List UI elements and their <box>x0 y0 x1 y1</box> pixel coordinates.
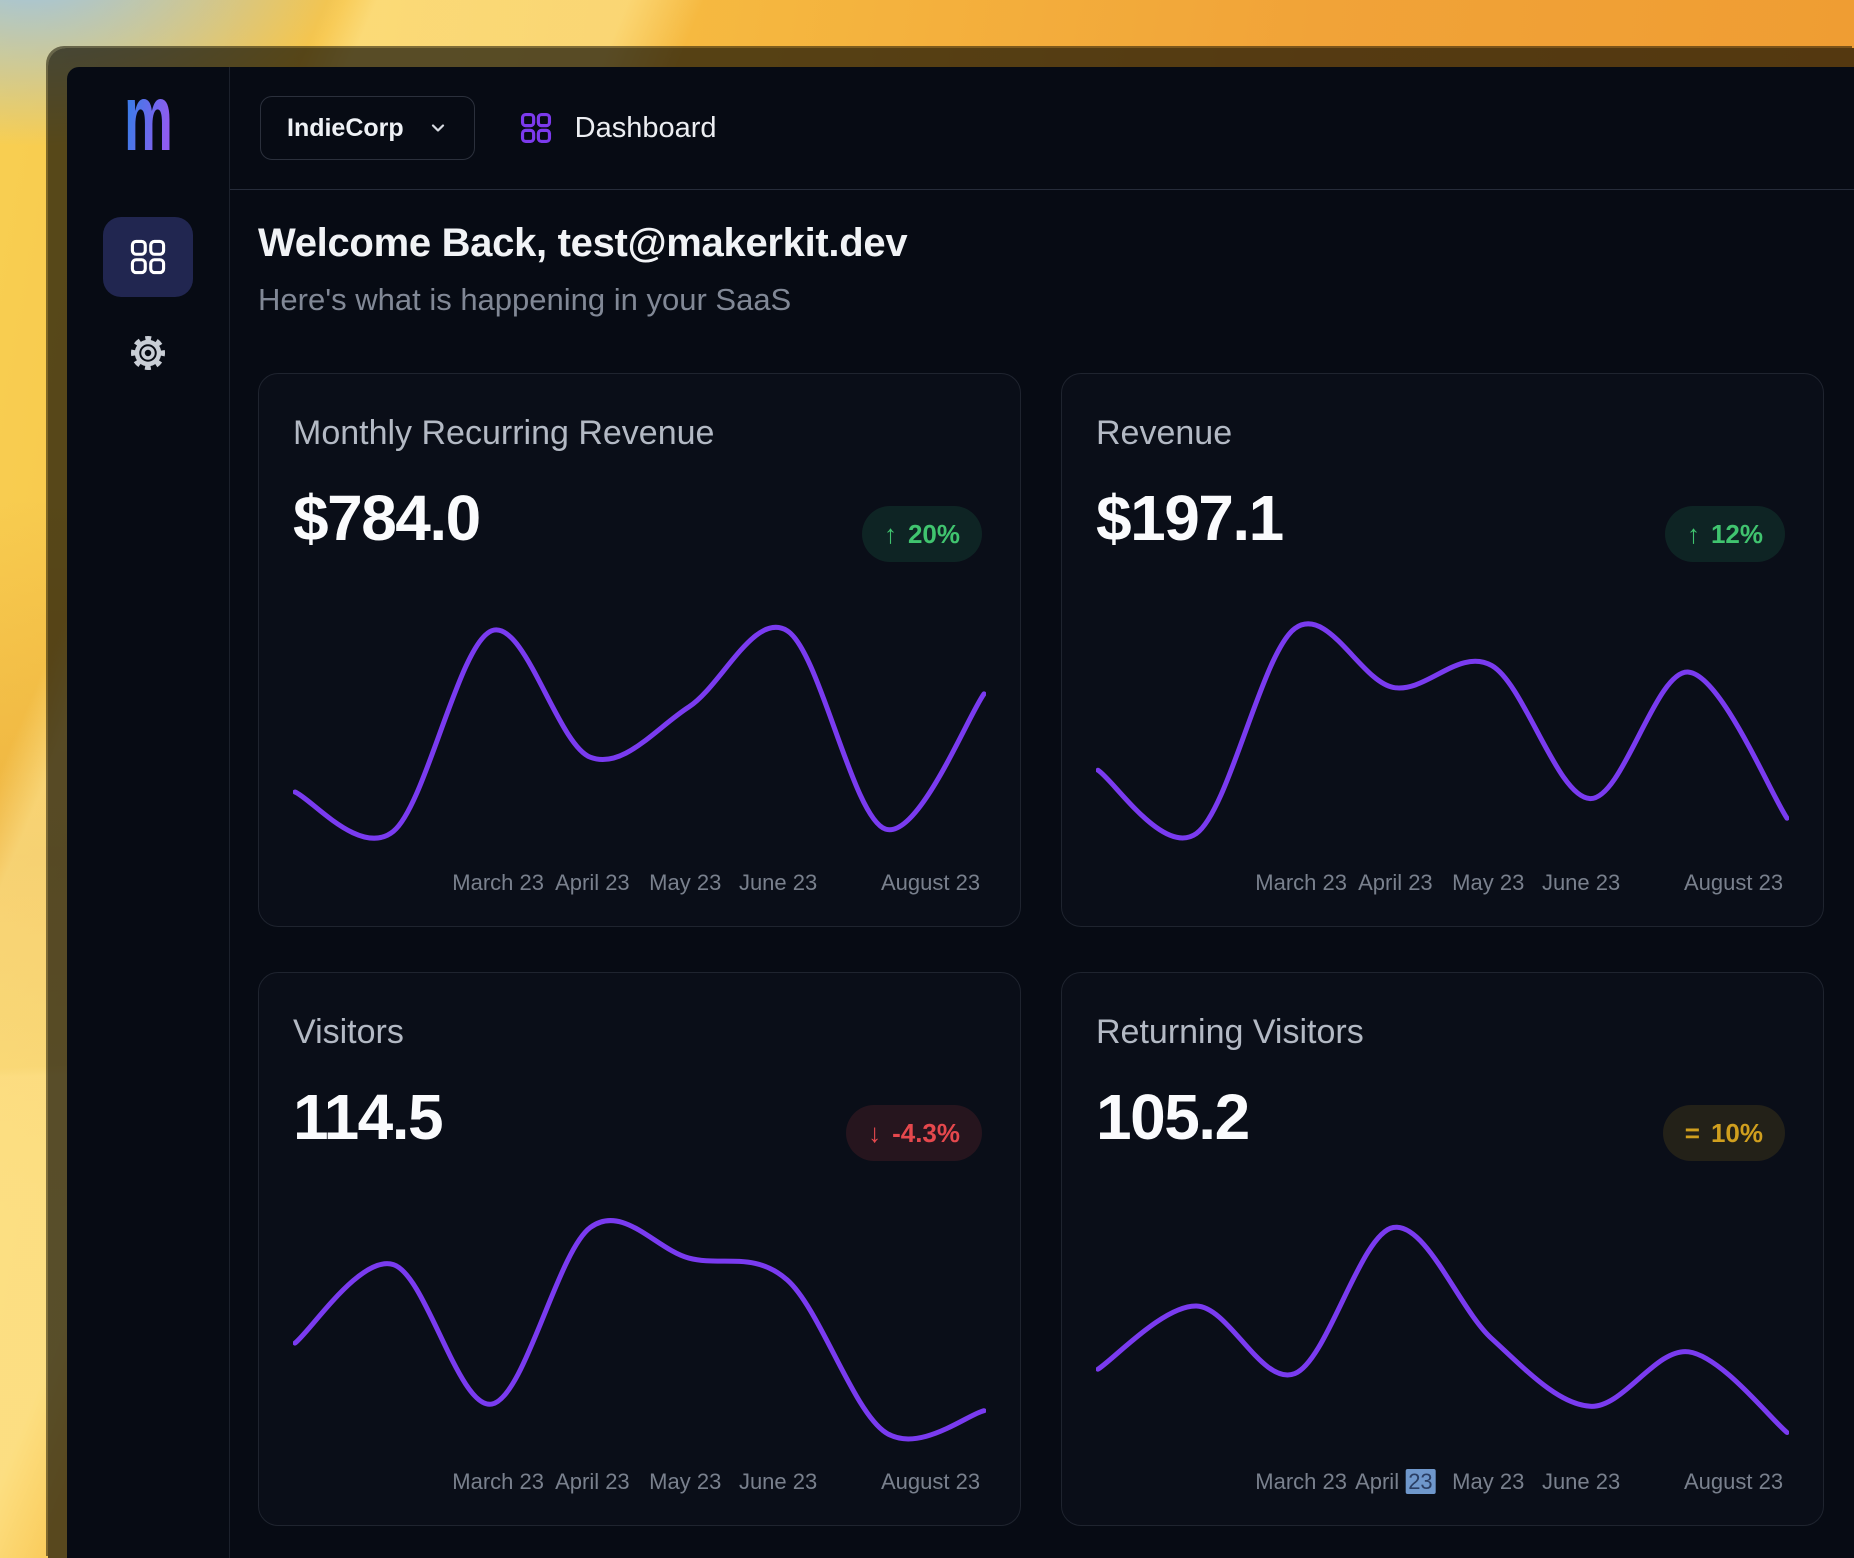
card-visitors: Visitors 114.5 ↓ -4.3% March 23April 23M… <box>258 972 1021 1526</box>
x-tick-label: June 23 <box>739 870 817 896</box>
trend-value: 20% <box>908 519 960 550</box>
trend-down-icon: ↓ <box>868 1118 881 1149</box>
x-tick-label: April 23 <box>1355 1469 1436 1495</box>
x-tick-label: August 23 <box>1684 870 1783 896</box>
x-axis-labels: March 23 April 23 May 23 June 23 August 23 <box>1096 1469 1789 1499</box>
chevron-down-icon <box>428 118 448 138</box>
x-tick-label: April 23 <box>1358 870 1433 896</box>
gear-icon <box>126 331 170 375</box>
workspace-selector-button[interactable]: IndieCorp <box>260 96 475 160</box>
line-chart <box>1096 1191 1789 1459</box>
card-title: Returning Visitors <box>1096 1013 1789 1052</box>
trend-badge: ↑ 20% <box>862 506 982 562</box>
trend-value: 10% <box>1711 1118 1763 1149</box>
x-tick-label: June 23 <box>739 1469 817 1495</box>
selected-text: 23 <box>1405 1469 1435 1494</box>
welcome-subheading: Here's what is happening in your SaaS <box>258 282 1854 318</box>
x-tick-label: March 23 <box>1255 1469 1347 1495</box>
x-tick-label: May 23 <box>649 1469 721 1495</box>
x-tick-label: May 23 <box>1452 1469 1524 1495</box>
app-surface: m I <box>67 67 1854 1558</box>
x-tick-label: April 23 <box>555 1469 630 1495</box>
chart-line <box>295 1221 984 1439</box>
grid-icon <box>126 235 170 279</box>
x-tick-label: March 23 <box>452 1469 544 1495</box>
x-tick-label: May 23 <box>649 870 721 896</box>
card-returning-visitors: Returning Visitors 105.2 = 10% March 23A… <box>1061 972 1824 1526</box>
x-tick-label: March 23 <box>1255 870 1347 896</box>
x-tick-label: April 23 <box>555 870 630 896</box>
app-logo: m <box>67 67 229 171</box>
page-content: Welcome Back, test@makerkit.dev Here's w… <box>230 191 1854 1558</box>
sidebar-item-settings[interactable] <box>103 313 193 393</box>
trend-up-icon: ↑ <box>1687 519 1700 550</box>
stats-card-grid: Monthly Recurring Revenue $784.0 ↑ 20% M… <box>258 373 1824 1526</box>
x-axis-labels: March 23 April 23 May 23 June 23 August 23 <box>293 870 986 900</box>
sidebar: m <box>67 67 230 1558</box>
trend-badge: ↑ 12% <box>1665 506 1785 562</box>
trend-value: 12% <box>1711 519 1763 550</box>
trend-badge: = 10% <box>1663 1105 1785 1161</box>
line-chart <box>293 592 986 860</box>
card-title: Monthly Recurring Revenue <box>293 414 986 453</box>
x-tick-label: May 23 <box>1452 870 1524 896</box>
trend-value: -4.3% <box>892 1118 960 1149</box>
trend-up-icon: ↑ <box>884 519 897 550</box>
card-title: Visitors <box>293 1013 986 1052</box>
trend-badge: ↓ -4.3% <box>846 1105 982 1161</box>
logo-m: m <box>124 88 173 150</box>
x-tick-label: June 23 <box>1542 1469 1620 1495</box>
line-chart <box>293 1191 986 1459</box>
x-tick-label: March 23 <box>452 870 544 896</box>
x-axis-labels: March 23 April 23 May 23 June 23 August 23 <box>1096 870 1789 900</box>
welcome-heading: Welcome Back, test@makerkit.dev <box>258 221 1854 266</box>
card-monthly-recurring-revenue: Monthly Recurring Revenue $784.0 ↑ 20% M… <box>258 373 1021 927</box>
sidebar-item-dashboard[interactable] <box>103 217 193 297</box>
chart-line <box>1098 1227 1787 1432</box>
x-tick-label: June 23 <box>1542 870 1620 896</box>
chart-line <box>295 627 984 838</box>
x-tick-label: August 23 <box>881 1469 980 1495</box>
trend-flat-icon: = <box>1685 1118 1700 1149</box>
top-bar: IndieCorp Dashboard <box>230 67 1854 190</box>
card-revenue: Revenue $197.1 ↑ 12% March 23April 23May… <box>1061 373 1824 927</box>
app-window: m I <box>48 48 1854 1558</box>
line-chart <box>1096 592 1789 860</box>
chart-line <box>1098 624 1787 838</box>
card-title: Revenue <box>1096 414 1789 453</box>
x-axis-labels: March 23 April 23 May 23 June 23 August 23 <box>293 1469 986 1499</box>
x-tick-label: August 23 <box>881 870 980 896</box>
dashboard-grid-icon <box>517 109 555 147</box>
workspace-name: IndieCorp <box>287 114 404 143</box>
page-title: Dashboard <box>575 112 717 145</box>
x-tick-label: August 23 <box>1684 1469 1783 1495</box>
